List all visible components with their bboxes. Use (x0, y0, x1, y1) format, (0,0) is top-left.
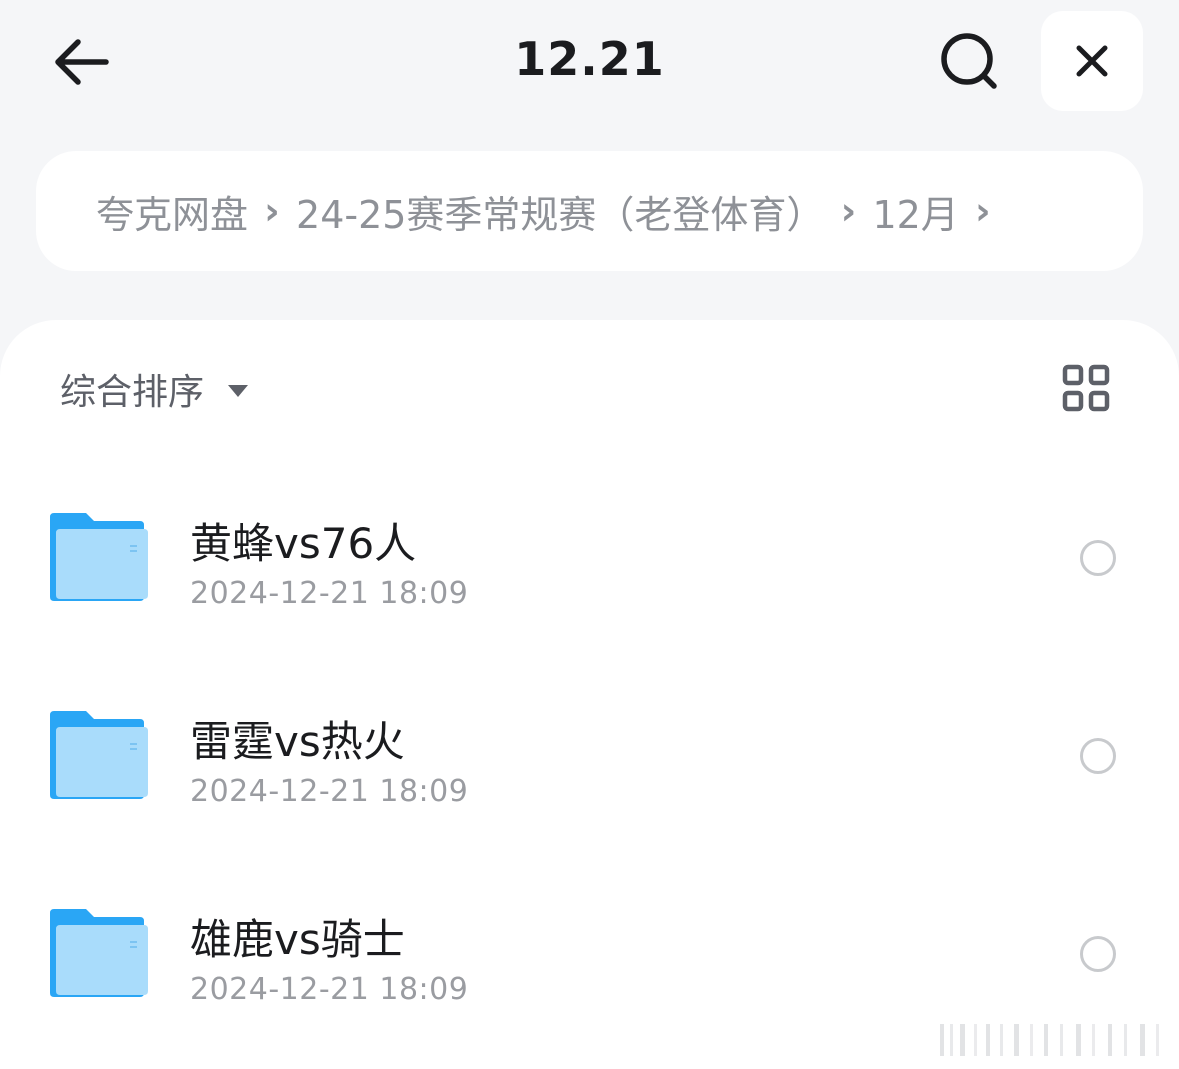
file-date: 2024-12-21 18:09 (190, 774, 469, 809)
close-icon (1076, 45, 1108, 77)
file-list-panel: 综合排序 黄蜂vs76人 2024-12-21 18:09 雷霆vs热火 202… (0, 320, 1179, 1069)
file-date: 2024-12-21 18:09 (190, 576, 469, 611)
sort-dropdown[interactable]: 综合排序 (60, 364, 249, 414)
select-checkbox[interactable] (1080, 540, 1116, 576)
file-name: 雷霆vs热火 (190, 717, 405, 766)
watermark (940, 1024, 1159, 1056)
file-date: 2024-12-21 18:09 (190, 972, 469, 1007)
close-button[interactable] (1041, 11, 1143, 111)
search-icon (941, 33, 997, 89)
folder-icon (50, 513, 148, 601)
chevron-right-icon: › (264, 189, 280, 233)
search-button[interactable] (930, 26, 1010, 98)
top-bar: 12.21 (0, 0, 1179, 125)
grid-view-icon (1062, 364, 1110, 412)
breadcrumb-item-root[interactable]: 夸克网盘 (96, 184, 248, 239)
breadcrumb: 夸克网盘 › 24-25赛季常规赛（老登体育） › 12月 › (36, 151, 1143, 271)
sort-label: 综合排序 (60, 372, 205, 413)
select-checkbox[interactable] (1080, 738, 1116, 774)
file-browser-screen: 12.21 夸克网盘 › 24-25赛季常规赛（老登体育） › 12月 › 综合… (0, 0, 1179, 1069)
file-name: 黄蜂vs76人 (190, 519, 417, 568)
folder-icon (50, 909, 148, 997)
chevron-right-icon: › (974, 189, 991, 233)
chevron-right-icon: › (840, 189, 857, 233)
breadcrumb-item-month[interactable]: 12月 (872, 184, 958, 239)
breadcrumb-item-season[interactable]: 24-25赛季常规赛（老登体育） (296, 184, 824, 239)
caret-down-icon (228, 385, 249, 397)
grid-view-toggle[interactable] (1062, 364, 1110, 412)
select-checkbox[interactable] (1080, 936, 1116, 972)
file-name: 雄鹿vs骑士 (190, 915, 405, 964)
list-item[interactable]: 黄蜂vs76人 2024-12-21 18:09 (0, 470, 1179, 668)
list-item[interactable]: 雷霆vs热火 2024-12-21 18:09 (0, 668, 1179, 866)
folder-icon (50, 711, 148, 799)
